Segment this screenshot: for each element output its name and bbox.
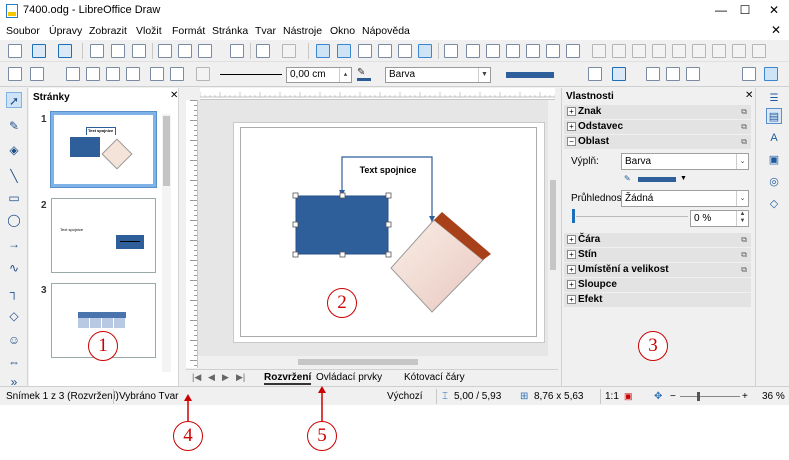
callout-arrows	[184, 386, 326, 421]
